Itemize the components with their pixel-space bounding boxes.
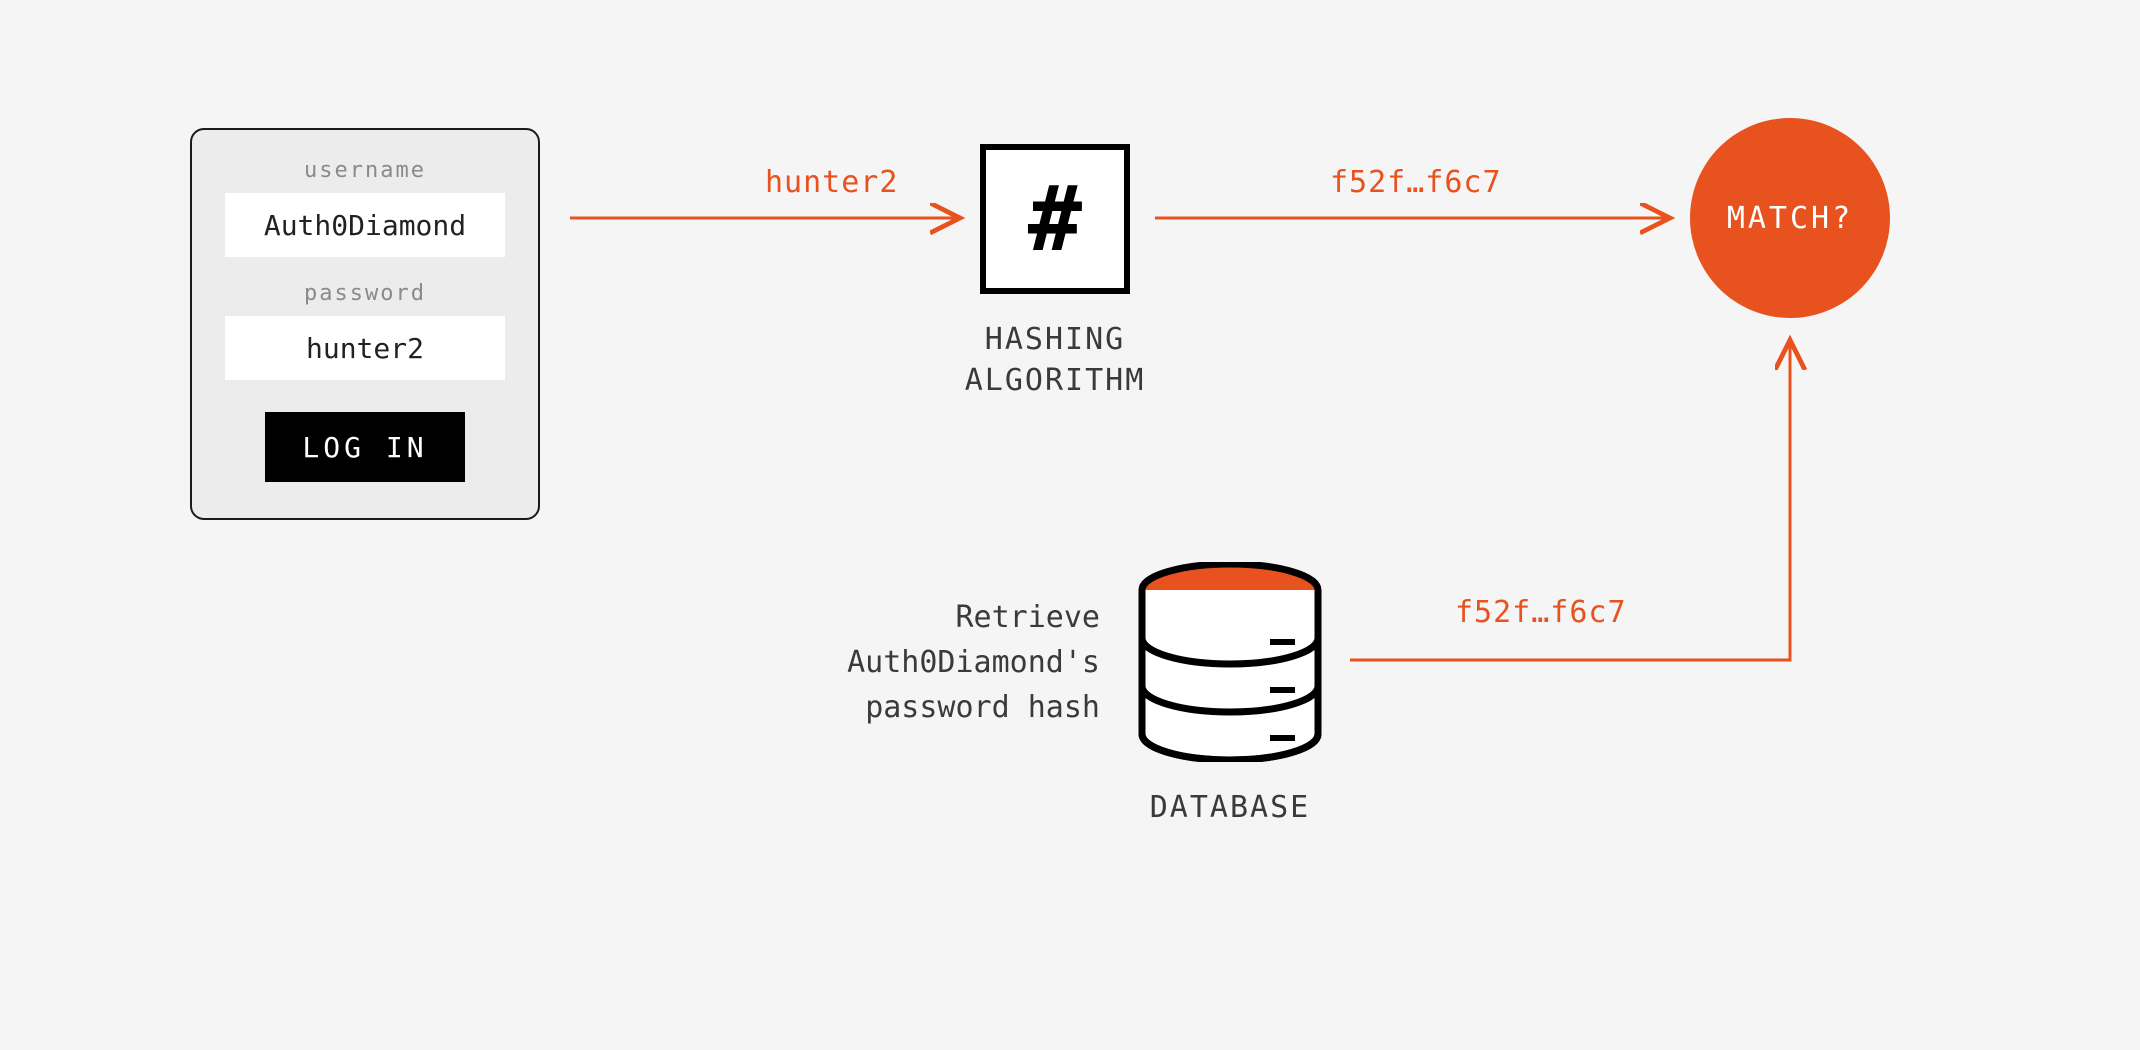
arrow-label-db-hash: f52f…f6c7 [1455,595,1627,630]
login-button[interactable]: LOG IN [265,412,465,482]
arrow-label-hash-output: f52f…f6c7 [1330,165,1502,200]
password-field[interactable] [225,316,505,380]
match-label: MATCH? [1727,201,1853,236]
hashing-algorithm-label: HASHINGALGORITHM [960,320,1150,401]
database-retrieve-text: Retrieve Auth0Diamond's password hash [780,595,1100,730]
username-label: username [304,158,426,183]
login-form: username password LOG IN [190,128,540,520]
hash-icon: # [1028,167,1082,272]
database-label: DATABASE [1095,790,1365,825]
arrow-label-password: hunter2 [765,165,898,200]
password-label: password [304,281,426,306]
username-field[interactable] [225,193,505,257]
match-node: MATCH? [1690,118,1890,318]
hashing-algorithm-box: # [980,144,1130,294]
database-icon [1135,562,1325,762]
